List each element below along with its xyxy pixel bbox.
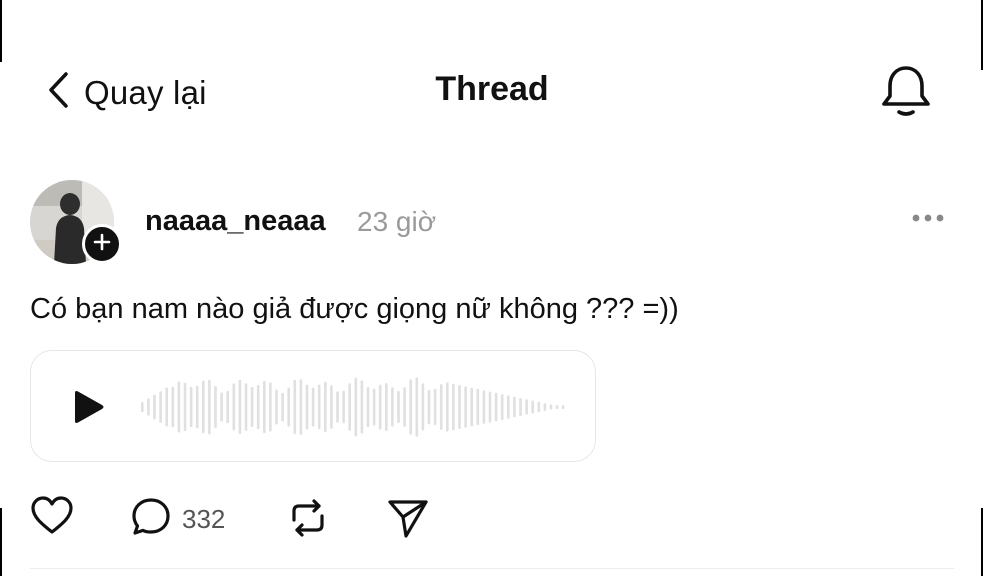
- play-icon: [71, 391, 105, 429]
- waveform-bar: [561, 405, 565, 409]
- waveform-bar: [159, 391, 162, 423]
- edge-mark-top-left: [0, 0, 2, 62]
- waveform-bar: [391, 387, 394, 427]
- waveform-bar: [354, 377, 358, 437]
- waveform-bar: [293, 379, 297, 435]
- waveform-bar: [287, 387, 290, 427]
- waveform-bar: [311, 387, 315, 427]
- waveform-bar: [458, 385, 461, 429]
- waveform-bar: [360, 380, 364, 434]
- repost-button[interactable]: [286, 496, 330, 545]
- waveform-bar: [415, 377, 419, 437]
- repost-icon: [286, 499, 330, 544]
- waveform-bar: [141, 402, 144, 412]
- waveform-bar: [263, 380, 266, 434]
- waveform-bar: [153, 394, 156, 420]
- heart-icon: [30, 496, 74, 540]
- bell-icon: [878, 66, 934, 122]
- waveform-bar: [330, 385, 333, 429]
- waveform-bar: [525, 399, 528, 415]
- waveform-bar: [214, 386, 217, 428]
- waveform-bar: [519, 397, 522, 416]
- waveform-bar: [537, 401, 541, 413]
- notifications-button[interactable]: [878, 62, 934, 123]
- waveform-bar: [464, 386, 467, 428]
- share-button[interactable]: [386, 496, 430, 545]
- waveform-bar: [342, 390, 345, 424]
- username[interactable]: naaaa_neaaa: [145, 205, 326, 238]
- waveform-bar: [549, 404, 553, 410]
- waveform-bar: [275, 389, 278, 425]
- waveform-bar: [513, 396, 516, 418]
- waveform-bar: [238, 379, 242, 435]
- play-button[interactable]: [71, 389, 105, 430]
- waveform-bar: [189, 386, 193, 428]
- top-bar: Quay lại Thread: [0, 60, 984, 120]
- waveform-bar: [256, 384, 260, 430]
- waveform-bar: [366, 387, 370, 427]
- waveform-bar: [378, 384, 382, 430]
- waveform-bar: [531, 400, 534, 414]
- waveform-bar: [202, 380, 205, 434]
- waveform-bar: [543, 403, 547, 411]
- waveform-bar: [183, 382, 187, 432]
- post-time: 23 giờ: [357, 206, 437, 237]
- waveform-bar: [232, 383, 236, 431]
- waveform-bar: [336, 391, 339, 423]
- waveform-bar: [397, 390, 400, 423]
- waveform-bar: [317, 384, 321, 430]
- waveform-bar: [446, 382, 449, 432]
- waveform-bar: [470, 387, 473, 427]
- waveform-bar: [507, 395, 510, 419]
- waveform-bar: [220, 392, 223, 422]
- waveform-bar: [500, 394, 504, 420]
- send-icon: [386, 500, 430, 544]
- audio-player[interactable]: [30, 350, 596, 462]
- divider: [30, 568, 954, 569]
- waveform-bar: [427, 389, 431, 425]
- page-title: Thread: [435, 70, 549, 108]
- reply-count: 332: [182, 504, 226, 534]
- action-bar: 332: [0, 490, 984, 546]
- waveform-bar: [476, 388, 480, 426]
- waveform-bar: [299, 379, 303, 435]
- waveform-bar: [250, 386, 254, 427]
- waveform-bar: [372, 388, 376, 426]
- plus-icon: [93, 233, 111, 256]
- comment-icon: [130, 498, 174, 544]
- waveform-bar: [147, 398, 150, 416]
- waveform-bar: [244, 383, 248, 431]
- waveform-bar: [269, 382, 272, 432]
- waveform-bar: [177, 381, 181, 433]
- waveform-bar: [305, 384, 309, 430]
- waveform-bar: [226, 390, 229, 424]
- waveform-bar: [421, 383, 425, 431]
- waveform-bar: [409, 379, 412, 435]
- waveform-bar: [385, 383, 388, 432]
- waveform-bar: [281, 392, 284, 422]
- waveform-bar: [439, 384, 443, 430]
- waveform-bar: [488, 391, 492, 423]
- waveform-bar: [208, 379, 211, 435]
- more-options-button[interactable]: [908, 208, 948, 233]
- waveform-bar: [165, 387, 168, 427]
- waveform-bar: [494, 392, 498, 422]
- waveform-bar: [348, 383, 351, 431]
- waveform-bar: [403, 387, 406, 427]
- waveform-bar: [433, 388, 437, 426]
- waveform-bar: [324, 381, 327, 433]
- waveform-bar: [482, 390, 486, 424]
- more-horizontal-icon: [908, 214, 948, 232]
- reply-button[interactable]: [130, 496, 174, 545]
- like-button[interactable]: [30, 496, 74, 541]
- waveform-bar: [195, 385, 199, 429]
- waveform-bar: [171, 386, 175, 428]
- follow-button[interactable]: [82, 224, 122, 264]
- waveform-bar: [452, 383, 455, 431]
- audio-waveform[interactable]: [141, 373, 581, 441]
- waveform-bar: [555, 405, 559, 409]
- post-text: Có bạn nam nào giả được giọng nữ không ?…: [30, 293, 679, 325]
